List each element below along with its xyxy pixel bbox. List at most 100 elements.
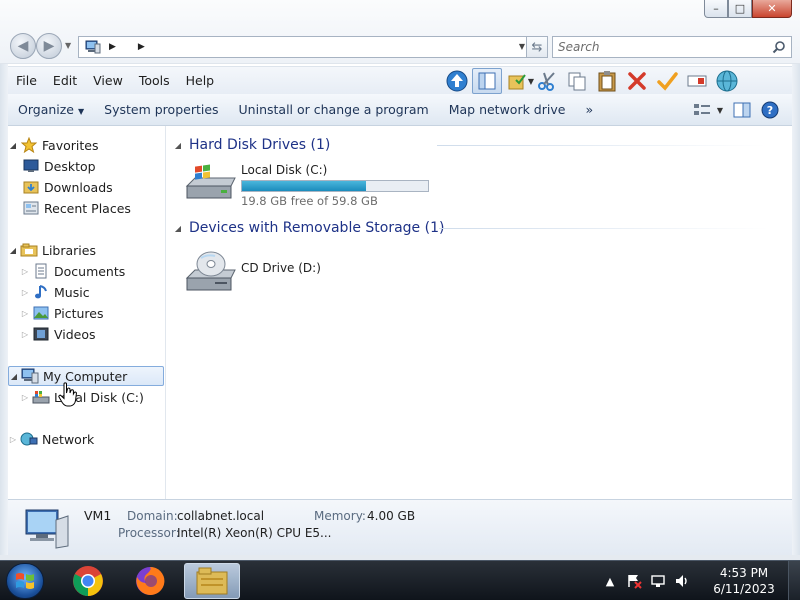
collapsed-arrow-icon[interactable]: ▷ <box>8 435 18 444</box>
checkmark-icon <box>657 72 678 91</box>
properties-check-button[interactable] <box>652 68 682 94</box>
memory-label: Memory: <box>314 509 366 523</box>
help-icon: ? <box>761 101 779 119</box>
menu-edit[interactable]: Edit <box>45 73 85 88</box>
start-button[interactable] <box>6 563 44 599</box>
drive-name: CD Drive (D:) <box>241 261 321 275</box>
content-area: ◢ Hard Disk Drives (1) Local Disk (C:) 1… <box>167 126 792 499</box>
folders-pane-button[interactable] <box>472 68 502 94</box>
drive-local-disk[interactable]: Local Disk (C:) 19.8 GB free of 59.8 GB <box>185 162 429 208</box>
tree-item-music[interactable]: ▷ Music <box>20 282 90 302</box>
tree-item-pictures[interactable]: ▷ Pictures <box>20 303 104 323</box>
tree-label: Documents <box>54 263 126 279</box>
show-hidden-icons-button[interactable]: ▲ <box>600 571 620 591</box>
toolbar-icons: ▼ <box>442 68 742 94</box>
tree-item-documents[interactable]: ▷ Documents <box>20 261 125 281</box>
disk-capacity-fill <box>242 181 367 191</box>
menu-view[interactable]: View <box>85 73 131 88</box>
cut-button[interactable] <box>532 68 562 94</box>
clipboard-icon <box>598 71 616 92</box>
navigation-pane: ◢ Favorites Desktop Downloads Recent Pla… <box>8 126 166 499</box>
music-note-icon <box>32 284 50 300</box>
processor-value: Intel(R) Xeon(R) CPU E5... <box>177 526 332 540</box>
menu-file[interactable]: File <box>8 73 45 88</box>
volume-icon[interactable] <box>672 571 692 591</box>
breadcrumb-separator-2[interactable]: ▶ <box>138 42 145 52</box>
collapsed-arrow-icon[interactable]: ▷ <box>20 309 30 318</box>
refresh-button[interactable]: ⇆ <box>526 36 548 58</box>
forward-arrow-icon: ▶ <box>43 38 55 54</box>
menu-help[interactable]: Help <box>178 73 223 88</box>
show-desktop-button[interactable] <box>788 561 800 600</box>
delete-button[interactable] <box>622 68 652 94</box>
system-properties-button[interactable]: System properties <box>94 102 228 117</box>
firefox-icon <box>136 566 165 595</box>
search-input[interactable]: Search <box>552 36 792 58</box>
preview-pane-button[interactable] <box>730 98 754 122</box>
more-commands-button[interactable]: » <box>575 102 603 117</box>
map-network-drive-button[interactable]: Map network drive <box>439 102 576 117</box>
view-dropdown-button[interactable]: ▼ <box>714 98 726 122</box>
tree-item-network[interactable]: ▷ Network <box>8 429 94 449</box>
collapsed-arrow-icon[interactable]: ▷ <box>20 288 30 297</box>
expanded-arrow-icon[interactable]: ◢ <box>167 224 189 233</box>
tree-item-my-computer[interactable]: ◢ My Computer <box>8 366 164 386</box>
help-button[interactable]: ? <box>758 98 782 122</box>
film-strip-icon <box>32 326 50 342</box>
desktop-icon <box>22 158 40 174</box>
menu-tools[interactable]: Tools <box>131 73 178 88</box>
search-icon[interactable] <box>772 40 786 54</box>
computer-icon <box>21 368 39 384</box>
recent-pages-dropdown[interactable]: ▼ <box>65 41 71 50</box>
group-header-removable-storage[interactable]: ◢ Devices with Removable Storage (1) <box>167 216 445 240</box>
paste-button[interactable] <box>592 68 622 94</box>
expanded-arrow-icon[interactable]: ◢ <box>8 246 18 255</box>
back-button[interactable]: ◀ <box>10 33 36 59</box>
rename-button[interactable] <box>682 68 712 94</box>
collapsed-arrow-icon[interactable]: ▷ <box>20 393 30 402</box>
chevron-down-icon: ▼ <box>716 105 724 115</box>
maximize-button[interactable]: □ <box>728 0 752 18</box>
minimize-button[interactable]: – <box>704 0 728 18</box>
organize-button[interactable]: Organize ▼ <box>8 102 94 117</box>
tree-item-libraries[interactable]: ◢ Libraries <box>8 240 96 260</box>
up-folder-button[interactable] <box>442 68 472 94</box>
taskbar-explorer[interactable] <box>184 563 240 599</box>
view-list-icon <box>694 104 710 115</box>
group-divider <box>439 228 769 229</box>
breadcrumb-separator[interactable]: ▶ <box>109 42 116 52</box>
tree-item-downloads[interactable]: Downloads <box>20 177 113 197</box>
taskbar-firefox[interactable] <box>122 563 178 599</box>
collapsed-arrow-icon[interactable]: ▷ <box>20 330 30 339</box>
tree-item-favorites[interactable]: ◢ Favorites <box>8 135 98 155</box>
copy-button[interactable] <box>562 68 592 94</box>
tree-item-local-disk[interactable]: ▷ Local Disk (C:) <box>20 387 144 407</box>
tree-item-desktop[interactable]: Desktop <box>20 156 96 176</box>
action-center-icon[interactable] <box>624 571 644 591</box>
group-title: Hard Disk Drives (1) <box>189 137 331 153</box>
address-dropdown-button[interactable]: ▼ <box>519 42 525 51</box>
pane-icon <box>478 72 496 90</box>
taskbar-chrome[interactable] <box>60 563 116 599</box>
folder-options-button[interactable]: ▼ <box>502 68 534 94</box>
expanded-arrow-icon[interactable]: ◢ <box>8 141 18 150</box>
drive-cd[interactable]: CD Drive (D:) <box>185 248 321 291</box>
change-view-button[interactable] <box>690 98 714 122</box>
group-divider <box>437 145 767 146</box>
clock[interactable]: 4:53 PM 6/11/2023 <box>700 565 788 597</box>
address-bar[interactable]: ▶ ▶ ▼ <box>78 36 530 58</box>
expanded-arrow-icon[interactable]: ◢ <box>167 141 189 150</box>
system-tray: ▲ 4:53 PM 6/11/2023 <box>598 561 800 600</box>
tree-item-videos[interactable]: ▷ Videos <box>20 324 96 344</box>
close-button[interactable]: ✕ <box>752 0 792 18</box>
network-status-icon[interactable] <box>648 571 668 591</box>
hand-cursor-icon <box>58 382 80 408</box>
globe-button[interactable] <box>712 68 742 94</box>
tree-item-recent-places[interactable]: Recent Places <box>20 198 131 218</box>
tree-label: Recent Places <box>44 200 131 216</box>
forward-button[interactable]: ▶ <box>36 33 62 59</box>
expanded-arrow-icon[interactable]: ◢ <box>9 372 19 381</box>
group-header-hard-disk-drives[interactable]: ◢ Hard Disk Drives (1) <box>167 133 330 157</box>
uninstall-program-button[interactable]: Uninstall or change a program <box>229 102 439 117</box>
collapsed-arrow-icon[interactable]: ▷ <box>20 267 30 276</box>
